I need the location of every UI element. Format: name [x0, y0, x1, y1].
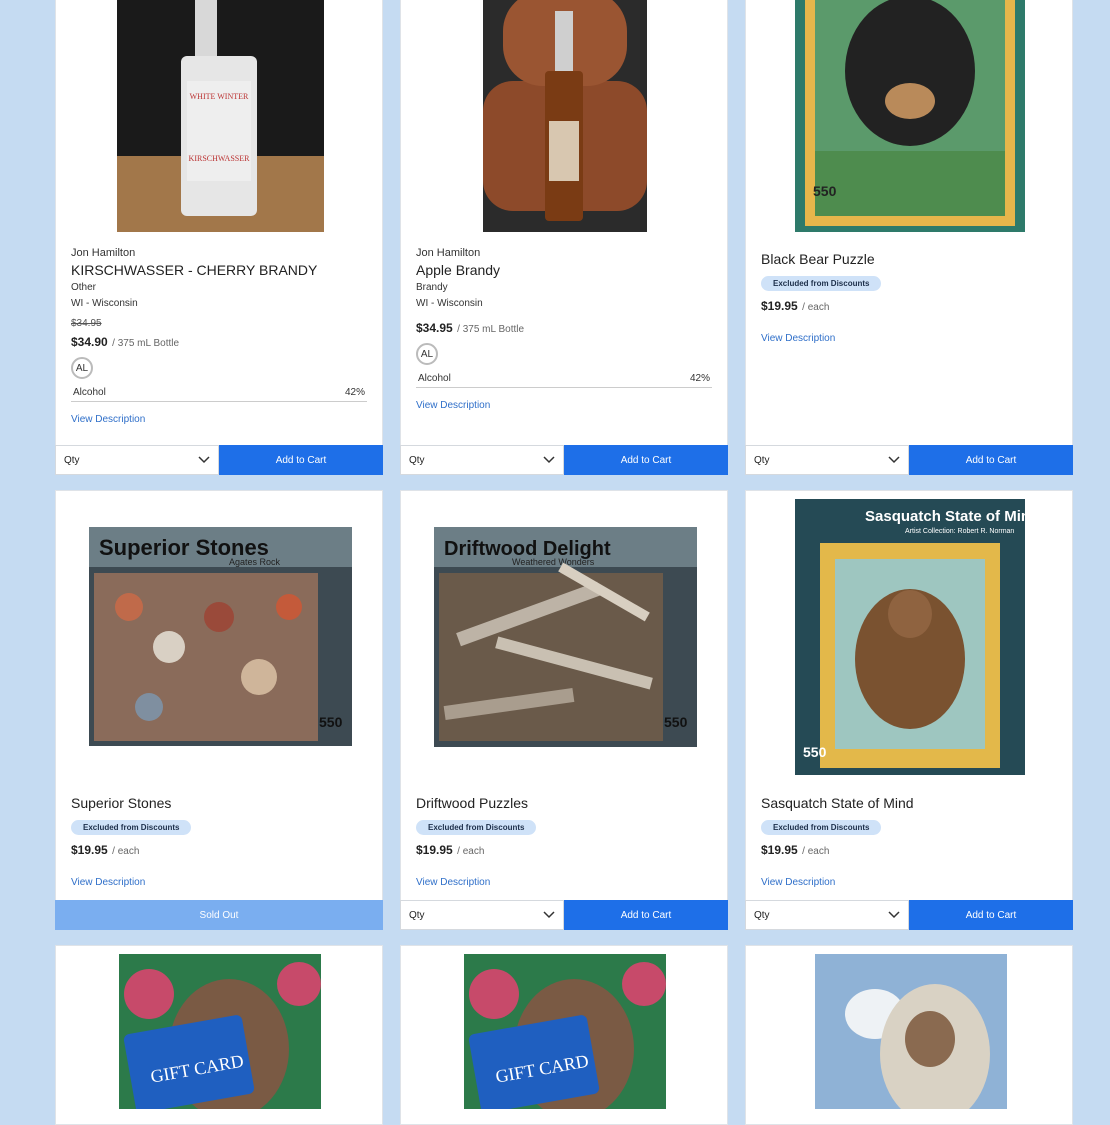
product-image[interactable]: GIFT CARD — [401, 954, 727, 1109]
puzzle-title-text: Sasquatch State of Mind — [865, 508, 1025, 525]
product-maker: Jon Hamilton — [416, 247, 481, 259]
view-description-link[interactable]: View Description — [416, 877, 712, 888]
chevron-down-icon — [888, 456, 900, 464]
qty-select[interactable]: Qty — [400, 445, 564, 475]
add-to-cart-button[interactable]: Add to Cart — [564, 900, 728, 930]
product-name[interactable]: Apple Brandy — [416, 262, 712, 278]
original-price: $34.95 — [71, 318, 102, 329]
product-region: WI - Wisconsin — [416, 298, 483, 309]
alcohol-row: Alcohol 42% — [71, 387, 367, 402]
product-image[interactable]: WHITE WINTER KIRSCHWASSER — [56, 0, 382, 232]
product-card: Jon Hamilton Apple Brandy Brandy WI - Wi… — [400, 0, 728, 475]
alcohol-label: Alcohol — [73, 387, 106, 398]
product-name[interactable]: KIRSCHWASSER - CHERRY BRANDY — [71, 262, 367, 278]
piece-count-text: 550 — [803, 744, 827, 760]
svg-text:WHITE WINTER: WHITE WINTER — [190, 92, 249, 101]
product-image[interactable]: GIFT CARD — [56, 954, 382, 1109]
view-description-link[interactable]: View Description — [71, 877, 367, 888]
product-name[interactable]: Black Bear Puzzle — [761, 251, 1057, 267]
add-to-cart-button[interactable]: Add to Cart — [909, 900, 1073, 930]
product-image[interactable] — [746, 954, 1072, 1109]
product-price: $19.95 — [416, 843, 453, 857]
product-category: Other — [71, 282, 97, 293]
svg-text:550: 550 — [813, 183, 837, 199]
product-price: $19.95 — [761, 299, 798, 313]
product-unit: / each — [112, 846, 140, 857]
add-to-cart-button[interactable]: Add to Cart — [564, 445, 728, 475]
product-card: Driftwood Delight Weathered Wonders 550 … — [400, 490, 728, 930]
alcohol-row: Alcohol 42% — [416, 373, 712, 388]
qty-label: Qty — [409, 909, 425, 921]
add-to-cart-button[interactable]: Add to Cart — [219, 445, 383, 475]
product-unit: / each — [802, 302, 830, 313]
qty-label: Qty — [409, 454, 425, 466]
excluded-from-discounts-badge: Excluded from Discounts — [761, 820, 882, 835]
product-unit: / each — [802, 846, 830, 857]
view-description-link[interactable]: View Description — [71, 414, 367, 425]
view-description-link[interactable]: View Description — [761, 333, 1057, 344]
puzzle-subtitle-text: Weathered Wonders — [512, 557, 595, 567]
product-price: $34.95 — [416, 321, 453, 335]
chevron-down-icon — [198, 456, 210, 464]
chevron-down-icon — [543, 911, 555, 919]
product-price: $19.95 — [761, 843, 798, 857]
product-card — [745, 945, 1073, 1125]
piece-count-text: 550 — [319, 714, 343, 730]
product-image[interactable]: Sasquatch State of Mind Artist Collectio… — [746, 499, 1072, 777]
alcohol-badge: AL — [416, 343, 438, 365]
product-card: WHITE WINTER KIRSCHWASSER Jon Hamilton K… — [55, 0, 383, 475]
sold-out-button: Sold Out — [55, 900, 383, 930]
qty-select[interactable]: Qty — [745, 900, 909, 930]
alcohol-label: Alcohol — [418, 373, 451, 384]
product-card: GIFT CARD — [55, 945, 383, 1125]
chevron-down-icon — [543, 456, 555, 464]
puzzle-subtitle-text: Artist Collection: Robert R. Norman — [905, 528, 1014, 535]
qty-label: Qty — [754, 909, 770, 921]
product-name[interactable]: Sasquatch State of Mind — [761, 795, 1057, 811]
product-price: $19.95 — [71, 843, 108, 857]
chevron-down-icon — [888, 911, 900, 919]
product-image[interactable]: Superior Stones Agates Rock 550 — [56, 499, 382, 777]
product-card: Superior Stones Agates Rock 550 Superior… — [55, 490, 383, 930]
product-grid: WHITE WINTER KIRSCHWASSER Jon Hamilton K… — [0, 0, 1110, 1125]
product-card: 550 Black Bear Puzzle Excluded from Disc… — [745, 0, 1073, 475]
add-to-cart-button[interactable]: Add to Cart — [909, 445, 1073, 475]
view-description-link[interactable]: View Description — [761, 877, 1057, 888]
view-description-link[interactable]: View Description — [416, 400, 712, 411]
svg-text:KIRSCHWASSER: KIRSCHWASSER — [189, 154, 251, 163]
product-maker: Jon Hamilton — [71, 247, 136, 259]
piece-count-text: 550 — [664, 714, 688, 730]
product-card: Sasquatch State of Mind Artist Collectio… — [745, 490, 1073, 930]
product-image[interactable]: 550 — [746, 0, 1072, 232]
product-region: WI - Wisconsin — [71, 298, 138, 309]
qty-select[interactable]: Qty — [745, 445, 909, 475]
excluded-from-discounts-badge: Excluded from Discounts — [71, 820, 192, 835]
qty-select[interactable]: Qty — [55, 445, 219, 475]
product-unit: / 375 mL Bottle — [457, 324, 525, 335]
puzzle-subtitle-text: Agates Rock — [229, 557, 281, 567]
product-category: Brandy — [416, 282, 448, 293]
product-unit: / 375 mL Bottle — [112, 338, 180, 349]
product-name[interactable]: Superior Stones — [71, 795, 367, 811]
product-image[interactable] — [401, 0, 727, 232]
product-name[interactable]: Driftwood Puzzles — [416, 795, 712, 811]
alcohol-value: 42% — [689, 373, 710, 384]
alcohol-badge: AL — [71, 357, 93, 379]
product-image[interactable]: Driftwood Delight Weathered Wonders 550 — [401, 499, 727, 777]
qty-label: Qty — [754, 454, 770, 466]
product-price: $34.90 — [71, 335, 108, 349]
qty-select[interactable]: Qty — [400, 900, 564, 930]
product-unit: / each — [457, 846, 485, 857]
excluded-from-discounts-badge: Excluded from Discounts — [416, 820, 537, 835]
excluded-from-discounts-badge: Excluded from Discounts — [761, 276, 882, 291]
qty-label: Qty — [64, 454, 80, 466]
product-card: GIFT CARD — [400, 945, 728, 1125]
alcohol-value: 42% — [344, 387, 365, 398]
